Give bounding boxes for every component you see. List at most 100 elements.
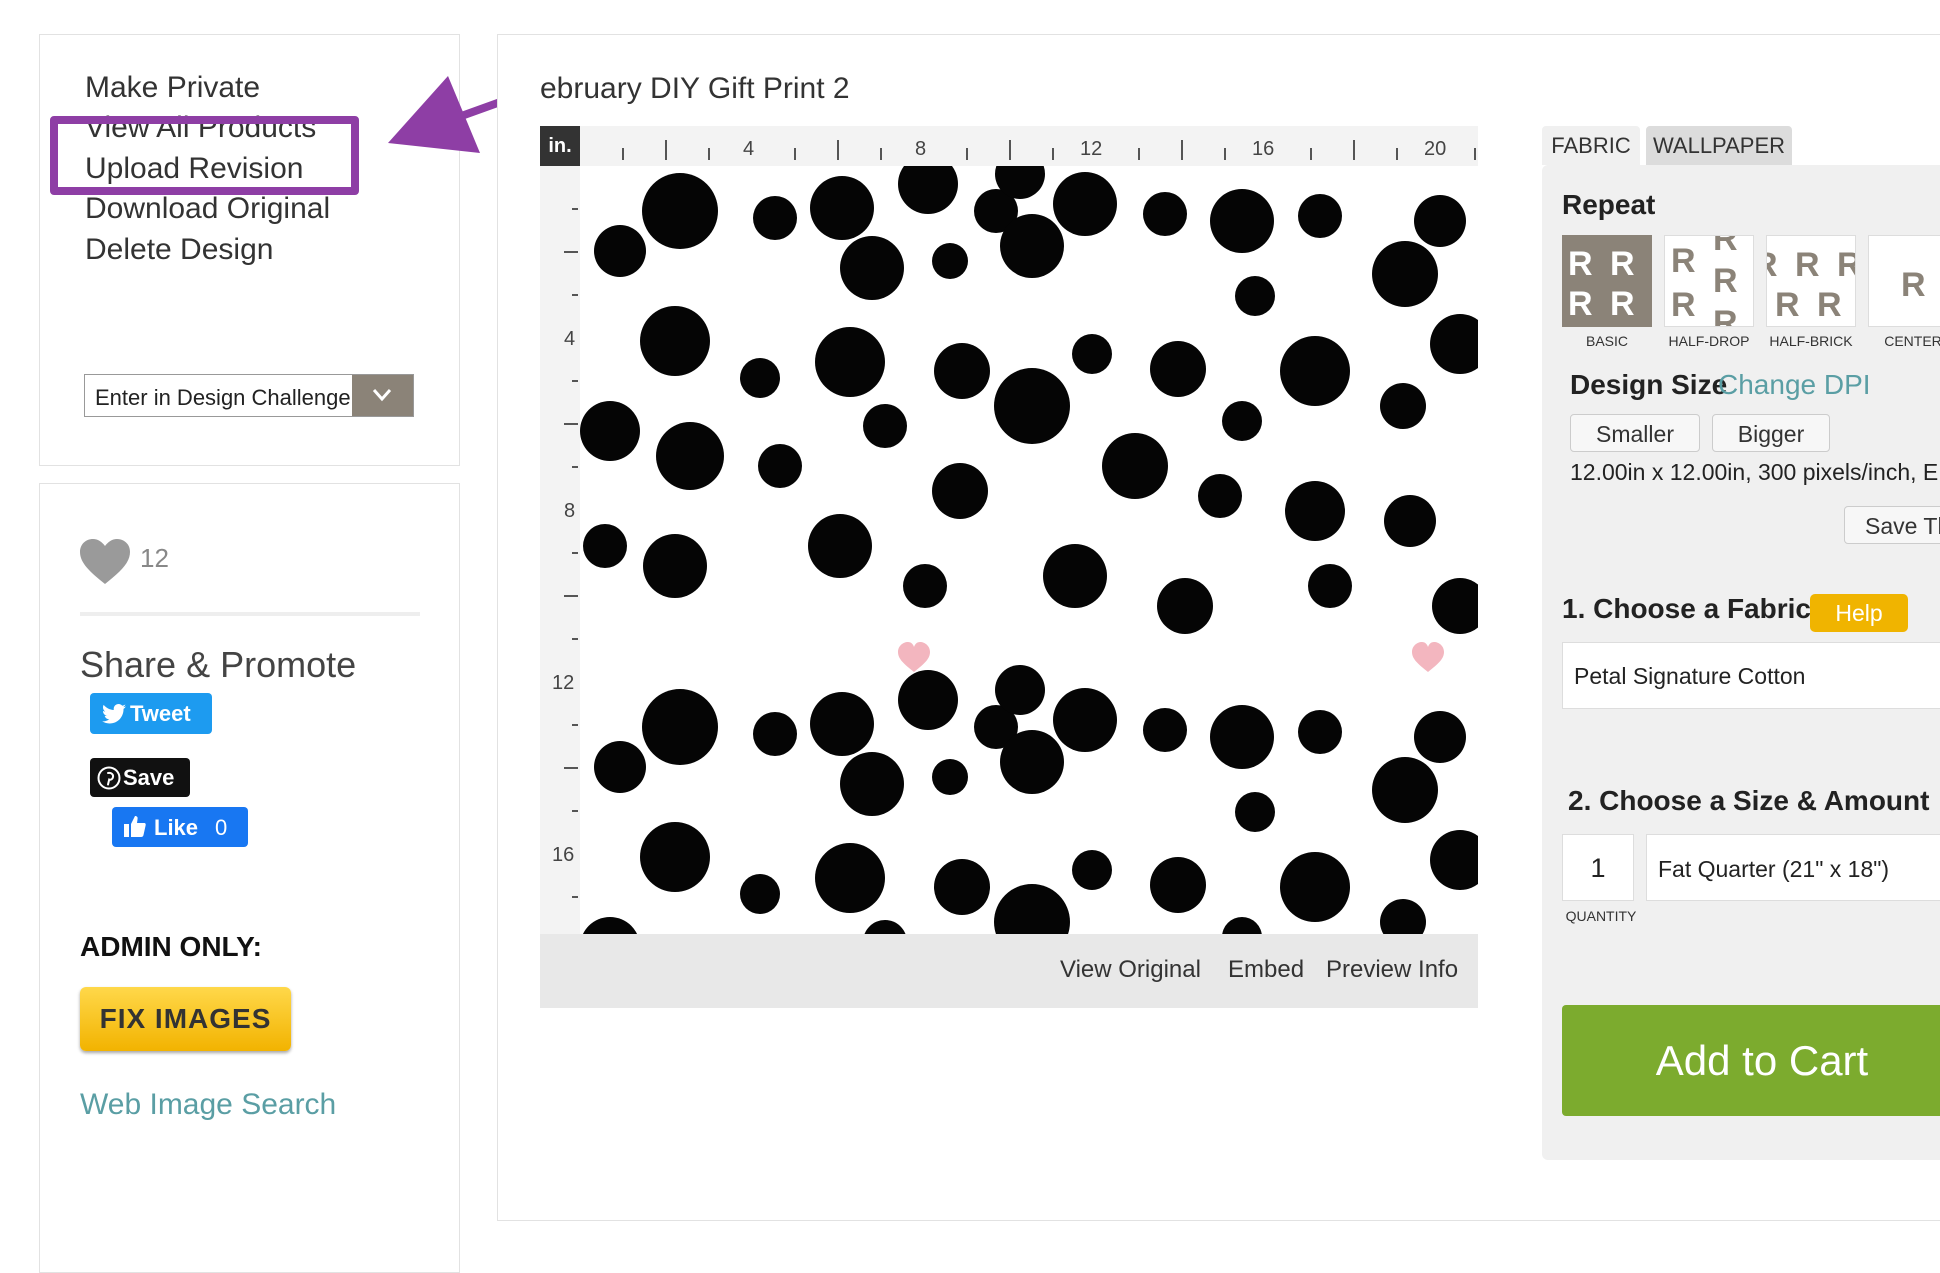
facebook-like-label: Like: [154, 815, 199, 840]
polka-dot: [656, 422, 724, 490]
polka-dot: [932, 759, 968, 795]
repeat-center-option[interactable]: R: [1868, 235, 1940, 327]
smaller-button[interactable]: Smaller: [1570, 414, 1700, 452]
tab-fabric[interactable]: FABRIC: [1542, 126, 1640, 165]
preview-info-link[interactable]: Preview Info: [1326, 956, 1458, 984]
pinterest-save-button[interactable]: Save: [90, 758, 190, 797]
web-image-search-link[interactable]: Web Image Search: [80, 1088, 336, 1122]
download-original-link[interactable]: Download Original: [85, 192, 330, 226]
polka-dot: [934, 343, 990, 399]
polka-dot: [642, 689, 718, 765]
polka-dot: [898, 670, 958, 730]
ruler-top-label: 12: [1080, 138, 1103, 160]
polka-dot: [840, 236, 904, 300]
heart-motif: [1412, 642, 1444, 672]
polka-dot: [864, 920, 906, 934]
polka-dot: [810, 176, 874, 240]
tweet-button[interactable]: Tweet: [90, 693, 212, 734]
polka-dot: [1072, 334, 1112, 374]
ruler-left-label: 4: [564, 328, 576, 350]
heart-icon[interactable]: [80, 539, 130, 585]
polka-dot: [1053, 688, 1117, 752]
polka-dot: [932, 243, 968, 279]
svg-text:R: R: [1775, 286, 1800, 324]
repeat-basic-option[interactable]: RRRR: [1562, 235, 1652, 327]
ruler-left-ticks: [564, 208, 578, 898]
tab-wallpaper[interactable]: WALLPAPER: [1646, 126, 1792, 165]
make-private-link[interactable]: Make Private: [85, 71, 260, 105]
svg-text:R: R: [1767, 246, 1778, 284]
embed-link[interactable]: Embed: [1228, 956, 1304, 984]
polka-dot: [1414, 711, 1466, 763]
ruler-unit-label: in.: [540, 126, 580, 166]
facebook-like-button[interactable]: Like 0: [112, 807, 248, 847]
polka-dot: [1000, 214, 1064, 278]
divider: [80, 612, 420, 616]
add-to-cart-button[interactable]: Add to Cart: [1562, 1005, 1940, 1116]
ruler-top: 4 8 12 16 20: [540, 126, 1478, 167]
change-dpi-link[interactable]: Change DPI: [1718, 369, 1871, 401]
quantity-label: QUANTITY: [1565, 908, 1637, 924]
repeat-half-brick-icon: RRRRR: [1767, 246, 1855, 324]
polka-dot: [1414, 195, 1466, 247]
repeat-half-drop-icon: RRRRR: [1671, 236, 1738, 326]
polka-dot: [1235, 792, 1275, 832]
svg-text:R: R: [1713, 262, 1738, 300]
share-promote-heading: Share & Promote: [80, 644, 357, 685]
chevron-down-icon: [372, 389, 392, 402]
polka-dot: [582, 917, 638, 934]
design-challenge-select-value: Enter in Design Challenge: [95, 385, 351, 410]
polka-dot: [1053, 172, 1117, 236]
save-size-button[interactable]: Save Th: [1844, 506, 1940, 544]
ruler-left-label: 16: [552, 844, 575, 866]
admin-only-label: ADMIN ONLY:: [80, 931, 262, 962]
choose-size-label: 2. Choose a Size & Amount: [1568, 785, 1930, 816]
ruler-left-label: 8: [564, 500, 576, 522]
repeat-half-drop-option[interactable]: RRRRR: [1664, 235, 1754, 327]
polka-dot: [1285, 481, 1345, 541]
polka-dot: [640, 822, 710, 892]
polka-dot: [594, 741, 646, 793]
polka-dot: [1298, 710, 1342, 754]
fix-images-button[interactable]: FIX IMAGES: [80, 987, 291, 1051]
polka-dot: [1072, 850, 1112, 890]
polka-dot: [1102, 433, 1168, 499]
fabric-select[interactable]: Petal Signature Cotton: [1562, 642, 1940, 709]
svg-text:R: R: [1671, 286, 1696, 324]
polka-dot: [740, 358, 780, 398]
view-original-link[interactable]: View Original: [1060, 956, 1201, 984]
size-select-value: Fat Quarter (21" x 18"): [1658, 856, 1890, 882]
polka-dot: [758, 444, 802, 488]
polka-dot: [1430, 830, 1478, 890]
polka-dot: [995, 665, 1045, 715]
polka-dot: [863, 404, 907, 448]
polka-dot: [753, 196, 797, 240]
design-challenge-select[interactable]: Enter in Design Challenge: [84, 374, 414, 417]
dropdown-arrow-button[interactable]: [352, 375, 413, 416]
like-count: 12: [140, 543, 169, 573]
polka-dot: [1000, 730, 1064, 794]
design-size-info: 12.00in x 12.00in, 300 pixels/inch, E: [1570, 459, 1939, 485]
polka-dot: [1210, 705, 1274, 769]
polka-dot-pattern: [580, 166, 1478, 934]
quantity-input[interactable]: 1: [1562, 834, 1634, 901]
facebook-like-count: 0: [215, 815, 228, 840]
svg-text:R: R: [1610, 245, 1635, 283]
bigger-button[interactable]: Bigger: [1712, 414, 1830, 452]
delete-design-link[interactable]: Delete Design: [85, 233, 273, 267]
polka-dot: [1235, 276, 1275, 316]
fabric-pattern-image[interactable]: [580, 166, 1478, 934]
polka-dot: [808, 514, 872, 578]
polka-dot: [1210, 189, 1274, 253]
repeat-center-icon: R: [1901, 266, 1926, 304]
polka-dot: [1372, 757, 1438, 823]
polka-dot: [1143, 192, 1187, 236]
size-select[interactable]: Fat Quarter (21" x 18"): [1646, 834, 1940, 901]
polka-dot: [1298, 194, 1342, 238]
ruler-top-label: 8: [915, 138, 927, 160]
repeat-half-brick-option[interactable]: RRRRR: [1766, 235, 1856, 327]
svg-text:R: R: [1713, 236, 1738, 258]
polka-dot: [1372, 241, 1438, 307]
polka-dot: [840, 752, 904, 816]
help-button[interactable]: Help: [1810, 594, 1908, 632]
